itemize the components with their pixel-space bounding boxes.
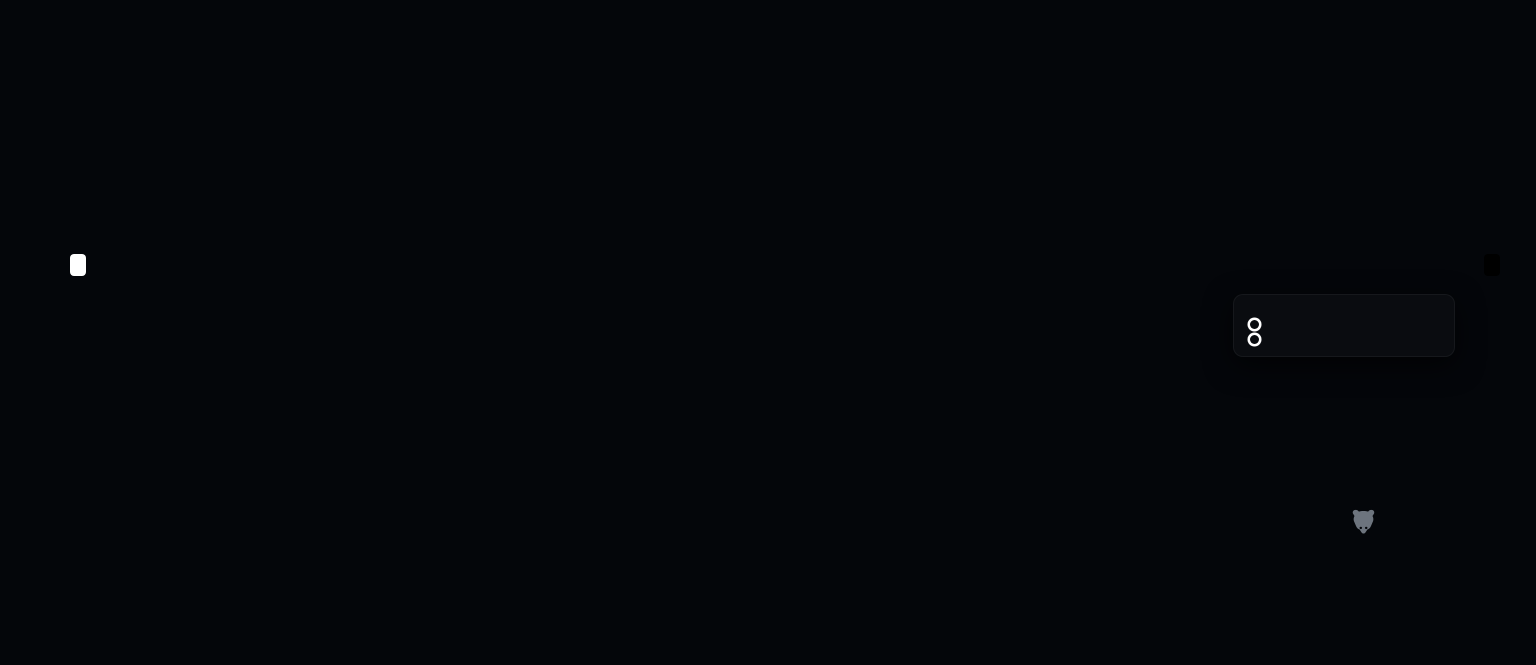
- tooltip-row-xrp-price: [1248, 320, 1440, 329]
- chart-panel: [0, 0, 1536, 665]
- legend-item-xrp-price[interactable]: [734, 72, 755, 85]
- tooltip-row-open-interest: [1248, 335, 1440, 344]
- legend: [0, 72, 1536, 85]
- xrp-price-dot-icon: [1250, 320, 1259, 329]
- chart-tooltip: [1233, 294, 1455, 357]
- legend-item-open-interest[interactable]: [781, 72, 802, 85]
- price-crosshair-value-badge: [1484, 254, 1500, 276]
- coinglass-bull-icon: [1352, 509, 1375, 534]
- oi-last-value-badge: [70, 254, 86, 276]
- open-interest-dot-icon: [1250, 335, 1259, 344]
- xrp-price-swatch-icon: [734, 72, 747, 85]
- coinglass-watermark: [1350, 507, 1384, 534]
- open-interest-swatch-icon: [781, 72, 794, 85]
